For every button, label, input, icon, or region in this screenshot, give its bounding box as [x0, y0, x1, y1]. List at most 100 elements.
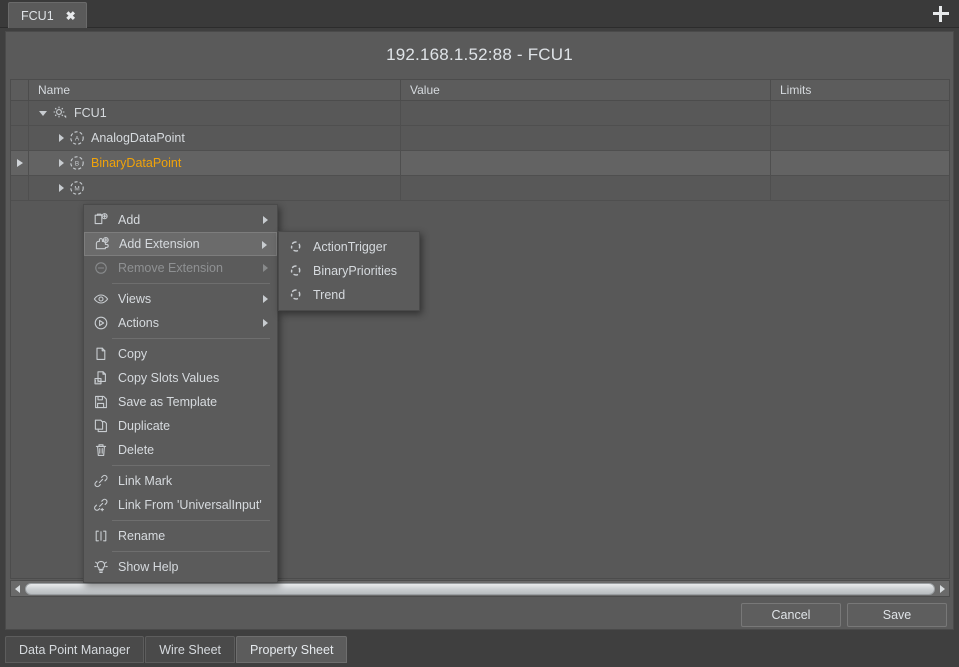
menu-item-copy-slots-values[interactable]: 123Copy Slots Values: [84, 366, 277, 390]
menu-item-label: ActionTrigger: [313, 240, 387, 254]
menu-separator: [112, 520, 270, 521]
chevron-right-icon[interactable]: [59, 134, 64, 142]
menu-item-show-help[interactable]: Show Help: [84, 555, 277, 579]
chevron-down-icon[interactable]: [39, 111, 47, 116]
view-tab-wire-sheet[interactable]: Wire Sheet: [145, 636, 235, 663]
menu-item-label: Trend: [313, 288, 345, 302]
cell-limits[interactable]: [771, 101, 949, 125]
menu-separator: [112, 465, 270, 466]
cell-name[interactable]: BBinaryDataPoint: [29, 151, 401, 175]
remove-extension-icon: [92, 260, 109, 277]
submenu-item-trend[interactable]: Trend: [279, 283, 419, 307]
copy-slots-icon: 123: [92, 370, 109, 387]
cell-value[interactable]: [401, 151, 771, 175]
chevron-right-icon[interactable]: [59, 184, 64, 192]
scrollbar-thumb[interactable]: [25, 583, 935, 595]
add-extension-submenu: ActionTrigger BinaryPriorities Trend: [278, 231, 420, 311]
menu-item-delete[interactable]: Delete: [84, 438, 277, 462]
menu-item-add[interactable]: Add: [84, 208, 277, 232]
document-tab-fcu1[interactable]: FCU1 ✖: [8, 2, 87, 28]
view-tab-property-sheet[interactable]: Property Sheet: [236, 636, 347, 663]
cancel-button[interactable]: Cancel: [741, 603, 841, 627]
chevron-right-icon: [263, 216, 268, 224]
menu-item-actions[interactable]: Actions: [84, 311, 277, 335]
menu-item-save-as-template[interactable]: Save as Template: [84, 390, 277, 414]
menu-item-remove-extension: Remove Extension: [84, 256, 277, 280]
column-header-limits[interactable]: Limits: [771, 80, 949, 100]
view-tab-label: Property Sheet: [250, 643, 333, 657]
menu-item-label: Remove Extension: [118, 261, 223, 275]
submenu-item-actiontrigger[interactable]: ActionTrigger: [279, 235, 419, 259]
menu-item-duplicate[interactable]: Duplicate: [84, 414, 277, 438]
menu-item-label: Duplicate: [118, 419, 170, 433]
cell-limits[interactable]: [771, 151, 949, 175]
plus-icon[interactable]: [933, 6, 949, 22]
tree-node-label: FCU1: [74, 106, 107, 120]
cell-value[interactable]: [401, 176, 771, 200]
table-row[interactable]: BBinaryDataPoint: [11, 151, 949, 176]
view-tab-data-point-manager[interactable]: Data Point Manager: [5, 636, 144, 663]
menu-item-add-extension[interactable]: Add Extension: [84, 232, 277, 256]
close-icon[interactable]: ✖: [66, 10, 76, 22]
view-tab-label: Wire Sheet: [159, 643, 221, 657]
cell-limits[interactable]: [771, 176, 949, 200]
arrow-left-icon[interactable]: [11, 585, 24, 593]
column-header-value[interactable]: Value: [401, 80, 771, 100]
analog-point-icon: A: [69, 130, 85, 146]
dialog-button-bar: Cancel Save: [6, 601, 955, 631]
chevron-right-icon[interactable]: [59, 159, 64, 167]
cell-value[interactable]: [401, 101, 771, 125]
chevron-right-icon: [263, 295, 268, 303]
svg-text:M: M: [74, 186, 79, 193]
menu-item-label: Delete: [118, 443, 154, 457]
row-selector-marker[interactable]: [11, 151, 29, 175]
link-from-icon: [92, 497, 109, 514]
column-header-name[interactable]: Name: [29, 80, 401, 100]
tree-node-label: AnalogDataPoint: [91, 131, 185, 145]
arrow-right-icon[interactable]: [936, 585, 949, 593]
row-gutter[interactable]: [11, 176, 29, 200]
cell-limits[interactable]: [771, 126, 949, 150]
menu-item-label: Show Help: [118, 560, 178, 574]
chevron-right-icon: [263, 319, 268, 327]
save-button[interactable]: Save: [847, 603, 947, 627]
gear-node-icon: [52, 105, 68, 121]
trash-icon: [92, 442, 109, 459]
menu-item-label: Copy: [118, 347, 147, 361]
cell-name[interactable]: A AnalogDataPoint: [29, 126, 401, 150]
svg-text:A: A: [75, 136, 80, 143]
view-tab-label: Data Point Manager: [19, 643, 130, 657]
context-menu: AddAdd Extension Remove Extension Views Act…: [83, 204, 278, 583]
row-gutter[interactable]: [11, 126, 29, 150]
table-header: Name Value Limits: [10, 79, 950, 101]
rename-icon: [92, 528, 109, 545]
svg-text:123: 123: [94, 379, 101, 384]
eye-icon: [92, 291, 109, 308]
cell-name[interactable]: M: [29, 176, 401, 200]
duplicate-icon: [92, 418, 109, 435]
menu-item-link-from-universalinput[interactable]: Link From 'UniversalInput': [84, 493, 277, 517]
menu-item-label: Save as Template: [118, 395, 217, 409]
binary-point-icon: B: [69, 155, 85, 171]
table-row[interactable]: A AnalogDataPoint: [11, 126, 949, 151]
menu-item-views[interactable]: Views: [84, 287, 277, 311]
add-node-icon: [92, 212, 109, 229]
menu-item-rename[interactable]: Rename: [84, 524, 277, 548]
menu-item-label: Link From 'UniversalInput': [118, 498, 262, 512]
menu-item-label: Actions: [118, 316, 159, 330]
submenu-item-binarypriorities[interactable]: BinaryPriorities: [279, 259, 419, 283]
menu-item-label: Views: [118, 292, 151, 306]
menu-item-link-mark[interactable]: Link Mark: [84, 469, 277, 493]
cell-value[interactable]: [401, 126, 771, 150]
menu-separator: [112, 283, 270, 284]
column-header-gutter[interactable]: [11, 80, 29, 100]
page-title: 192.168.1.52:88 - FCU1: [6, 32, 953, 78]
cell-name[interactable]: FCU1: [29, 101, 401, 125]
add-extension-icon: [93, 236, 110, 253]
property-sheet-panel: 192.168.1.52:88 - FCU1 Name Value Limits…: [5, 31, 954, 630]
table-row[interactable]: FCU1: [11, 101, 949, 126]
table-row[interactable]: M: [11, 176, 949, 201]
menu-item-copy[interactable]: Copy: [84, 342, 277, 366]
extension-icon: [287, 287, 304, 304]
row-gutter[interactable]: [11, 101, 29, 125]
